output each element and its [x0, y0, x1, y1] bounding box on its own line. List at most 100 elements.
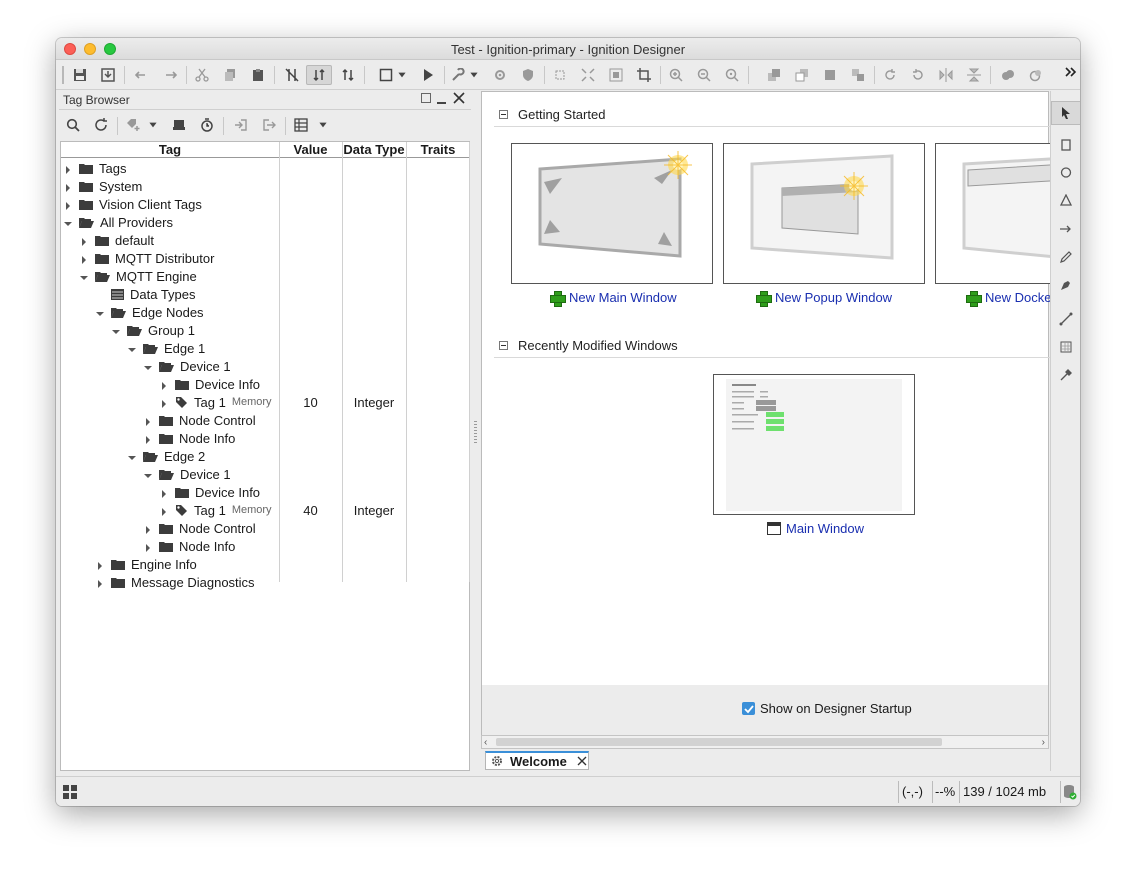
shield-icon[interactable]: [518, 65, 538, 85]
col-header-traits[interactable]: Traits: [406, 142, 470, 158]
collapse-getting-started-icon[interactable]: [499, 110, 508, 119]
new-main-window-card[interactable]: [511, 143, 713, 284]
expand-caret-icon[interactable]: [143, 415, 153, 426]
collapse-caret-icon[interactable]: [111, 325, 121, 335]
new-popup-window-link[interactable]: New Popup Window: [756, 290, 892, 307]
preview-play-icon[interactable]: [418, 65, 438, 85]
toolbar-overflow-icon[interactable]: [1064, 62, 1078, 82]
main-window-link[interactable]: Main Window: [767, 521, 864, 536]
expand-caret-icon[interactable]: [63, 163, 73, 174]
collapse-caret-icon[interactable]: [143, 469, 153, 479]
import-tags-icon[interactable]: [231, 115, 251, 135]
eyedropper-tool-icon[interactable]: [1051, 363, 1080, 387]
group-icon[interactable]: [606, 65, 626, 85]
zoom-in-icon[interactable]: [666, 65, 686, 85]
tree-node[interactable]: MQTT Distributor: [61, 249, 469, 267]
subtract-shape-icon[interactable]: [1026, 65, 1046, 85]
apps-grid-icon[interactable]: [63, 785, 77, 799]
horizontal-scrollbar[interactable]: ‹ ›: [481, 735, 1049, 749]
close-tab-icon[interactable]: [577, 756, 587, 766]
wrench-icon[interactable]: [448, 65, 468, 85]
collapse-caret-icon[interactable]: [127, 451, 137, 461]
add-tag-icon[interactable]: [123, 115, 143, 135]
gateway-connection-icon[interactable]: [1063, 784, 1077, 800]
bring-forward-icon[interactable]: [764, 65, 784, 85]
tag-row[interactable]: Tag 1 Memory 10 Integer: [61, 393, 469, 411]
expand-caret-icon[interactable]: [95, 559, 105, 570]
union-shape-icon[interactable]: [998, 65, 1018, 85]
selection-tool-icon[interactable]: [1051, 101, 1080, 125]
tree-node[interactable]: Node Info: [61, 429, 469, 447]
zoom-out-icon[interactable]: [694, 65, 714, 85]
tag-row[interactable]: Tag 1 Memory 40 Integer: [61, 501, 469, 519]
tree-node[interactable]: default: [61, 231, 469, 249]
save-icon[interactable]: [70, 65, 90, 85]
expand-caret-icon[interactable]: [159, 487, 169, 498]
expand-caret-icon[interactable]: [159, 397, 169, 408]
tree-node[interactable]: Engine Info: [61, 555, 469, 573]
flip-horizontal-icon[interactable]: [936, 65, 956, 85]
expand-caret-icon[interactable]: [143, 433, 153, 444]
tools-dropdown[interactable]: [468, 65, 480, 85]
tree-node[interactable]: Edge Nodes: [61, 303, 469, 321]
collapse-recent-icon[interactable]: [499, 341, 508, 350]
collapse-caret-icon[interactable]: [95, 307, 105, 317]
align-frame-icon[interactable]: [550, 65, 570, 85]
float-panel-icon[interactable]: [421, 93, 431, 103]
col-header-value[interactable]: Value: [279, 142, 342, 158]
copy-icon[interactable]: [220, 65, 240, 85]
expand-caret-icon[interactable]: [95, 577, 105, 588]
comm-off-icon[interactable]: [282, 65, 302, 85]
getting-started-header[interactable]: Getting Started: [499, 107, 605, 122]
tree-node[interactable]: Edge 2: [61, 447, 469, 465]
tree-node[interactable]: Node Info: [61, 537, 469, 555]
flip-vertical-icon[interactable]: [964, 65, 984, 85]
comm-read-only-icon[interactable]: [306, 65, 332, 85]
new-popup-window-card[interactable]: [723, 143, 925, 284]
scroll-right-icon[interactable]: ›: [1042, 737, 1045, 748]
tree-node[interactable]: Edge 1: [61, 339, 469, 357]
window-mode-dropdown[interactable]: [396, 65, 408, 85]
add-tag-dropdown[interactable]: [147, 115, 159, 135]
tree-node[interactable]: Data Types: [61, 285, 469, 303]
new-docked-window-link[interactable]: New Docke: [966, 290, 1051, 307]
tree-node[interactable]: Device 1: [61, 357, 469, 375]
panel-splitter[interactable]: [472, 91, 480, 771]
tree-node[interactable]: Device 1: [61, 465, 469, 483]
tree-node[interactable]: System: [61, 177, 469, 195]
tree-node[interactable]: Device Info: [61, 483, 469, 501]
collapse-caret-icon[interactable]: [79, 271, 89, 281]
minimize-panel-icon[interactable]: [437, 102, 446, 104]
show-on-startup[interactable]: Show on Designer Startup: [742, 701, 912, 716]
tree-node[interactable]: All Providers: [61, 213, 469, 231]
gradient-tool-icon[interactable]: [1051, 335, 1080, 359]
bring-to-front-icon[interactable]: [820, 65, 840, 85]
new-docked-window-card[interactable]: [935, 143, 1068, 284]
rotate-cw-icon[interactable]: [880, 65, 900, 85]
collapse-caret-icon[interactable]: [143, 361, 153, 371]
rotate-ccw-icon[interactable]: [908, 65, 928, 85]
crop-icon[interactable]: [634, 65, 654, 85]
polygon-tool-icon[interactable]: [1051, 189, 1080, 213]
line-tool-icon[interactable]: [1051, 307, 1080, 331]
pen-tool-icon[interactable]: [1051, 273, 1080, 297]
refresh-icon[interactable]: [91, 115, 111, 135]
table-view-icon[interactable]: [291, 115, 311, 135]
send-to-back-icon[interactable]: [848, 65, 868, 85]
tree-node[interactable]: MQTT Engine: [61, 267, 469, 285]
expand-caret-icon[interactable]: [63, 199, 73, 210]
main-window-thumbnail[interactable]: [713, 374, 915, 515]
tab-welcome[interactable]: Welcome: [485, 751, 589, 770]
tree-node[interactable]: Group 1: [61, 321, 469, 339]
recent-windows-header[interactable]: Recently Modified Windows: [499, 338, 678, 353]
redo-icon[interactable]: [160, 65, 180, 85]
search-icon[interactable]: [63, 115, 83, 135]
col-header-data-type[interactable]: Data Type: [342, 142, 406, 158]
tree-node[interactable]: Tags: [61, 159, 469, 177]
send-backward-icon[interactable]: [792, 65, 812, 85]
zoom-reset-icon[interactable]: [722, 65, 742, 85]
gear-script-icon[interactable]: [490, 65, 510, 85]
comm-read-write-icon[interactable]: [338, 65, 358, 85]
expand-caret-icon[interactable]: [63, 181, 73, 192]
cut-icon[interactable]: [192, 65, 212, 85]
